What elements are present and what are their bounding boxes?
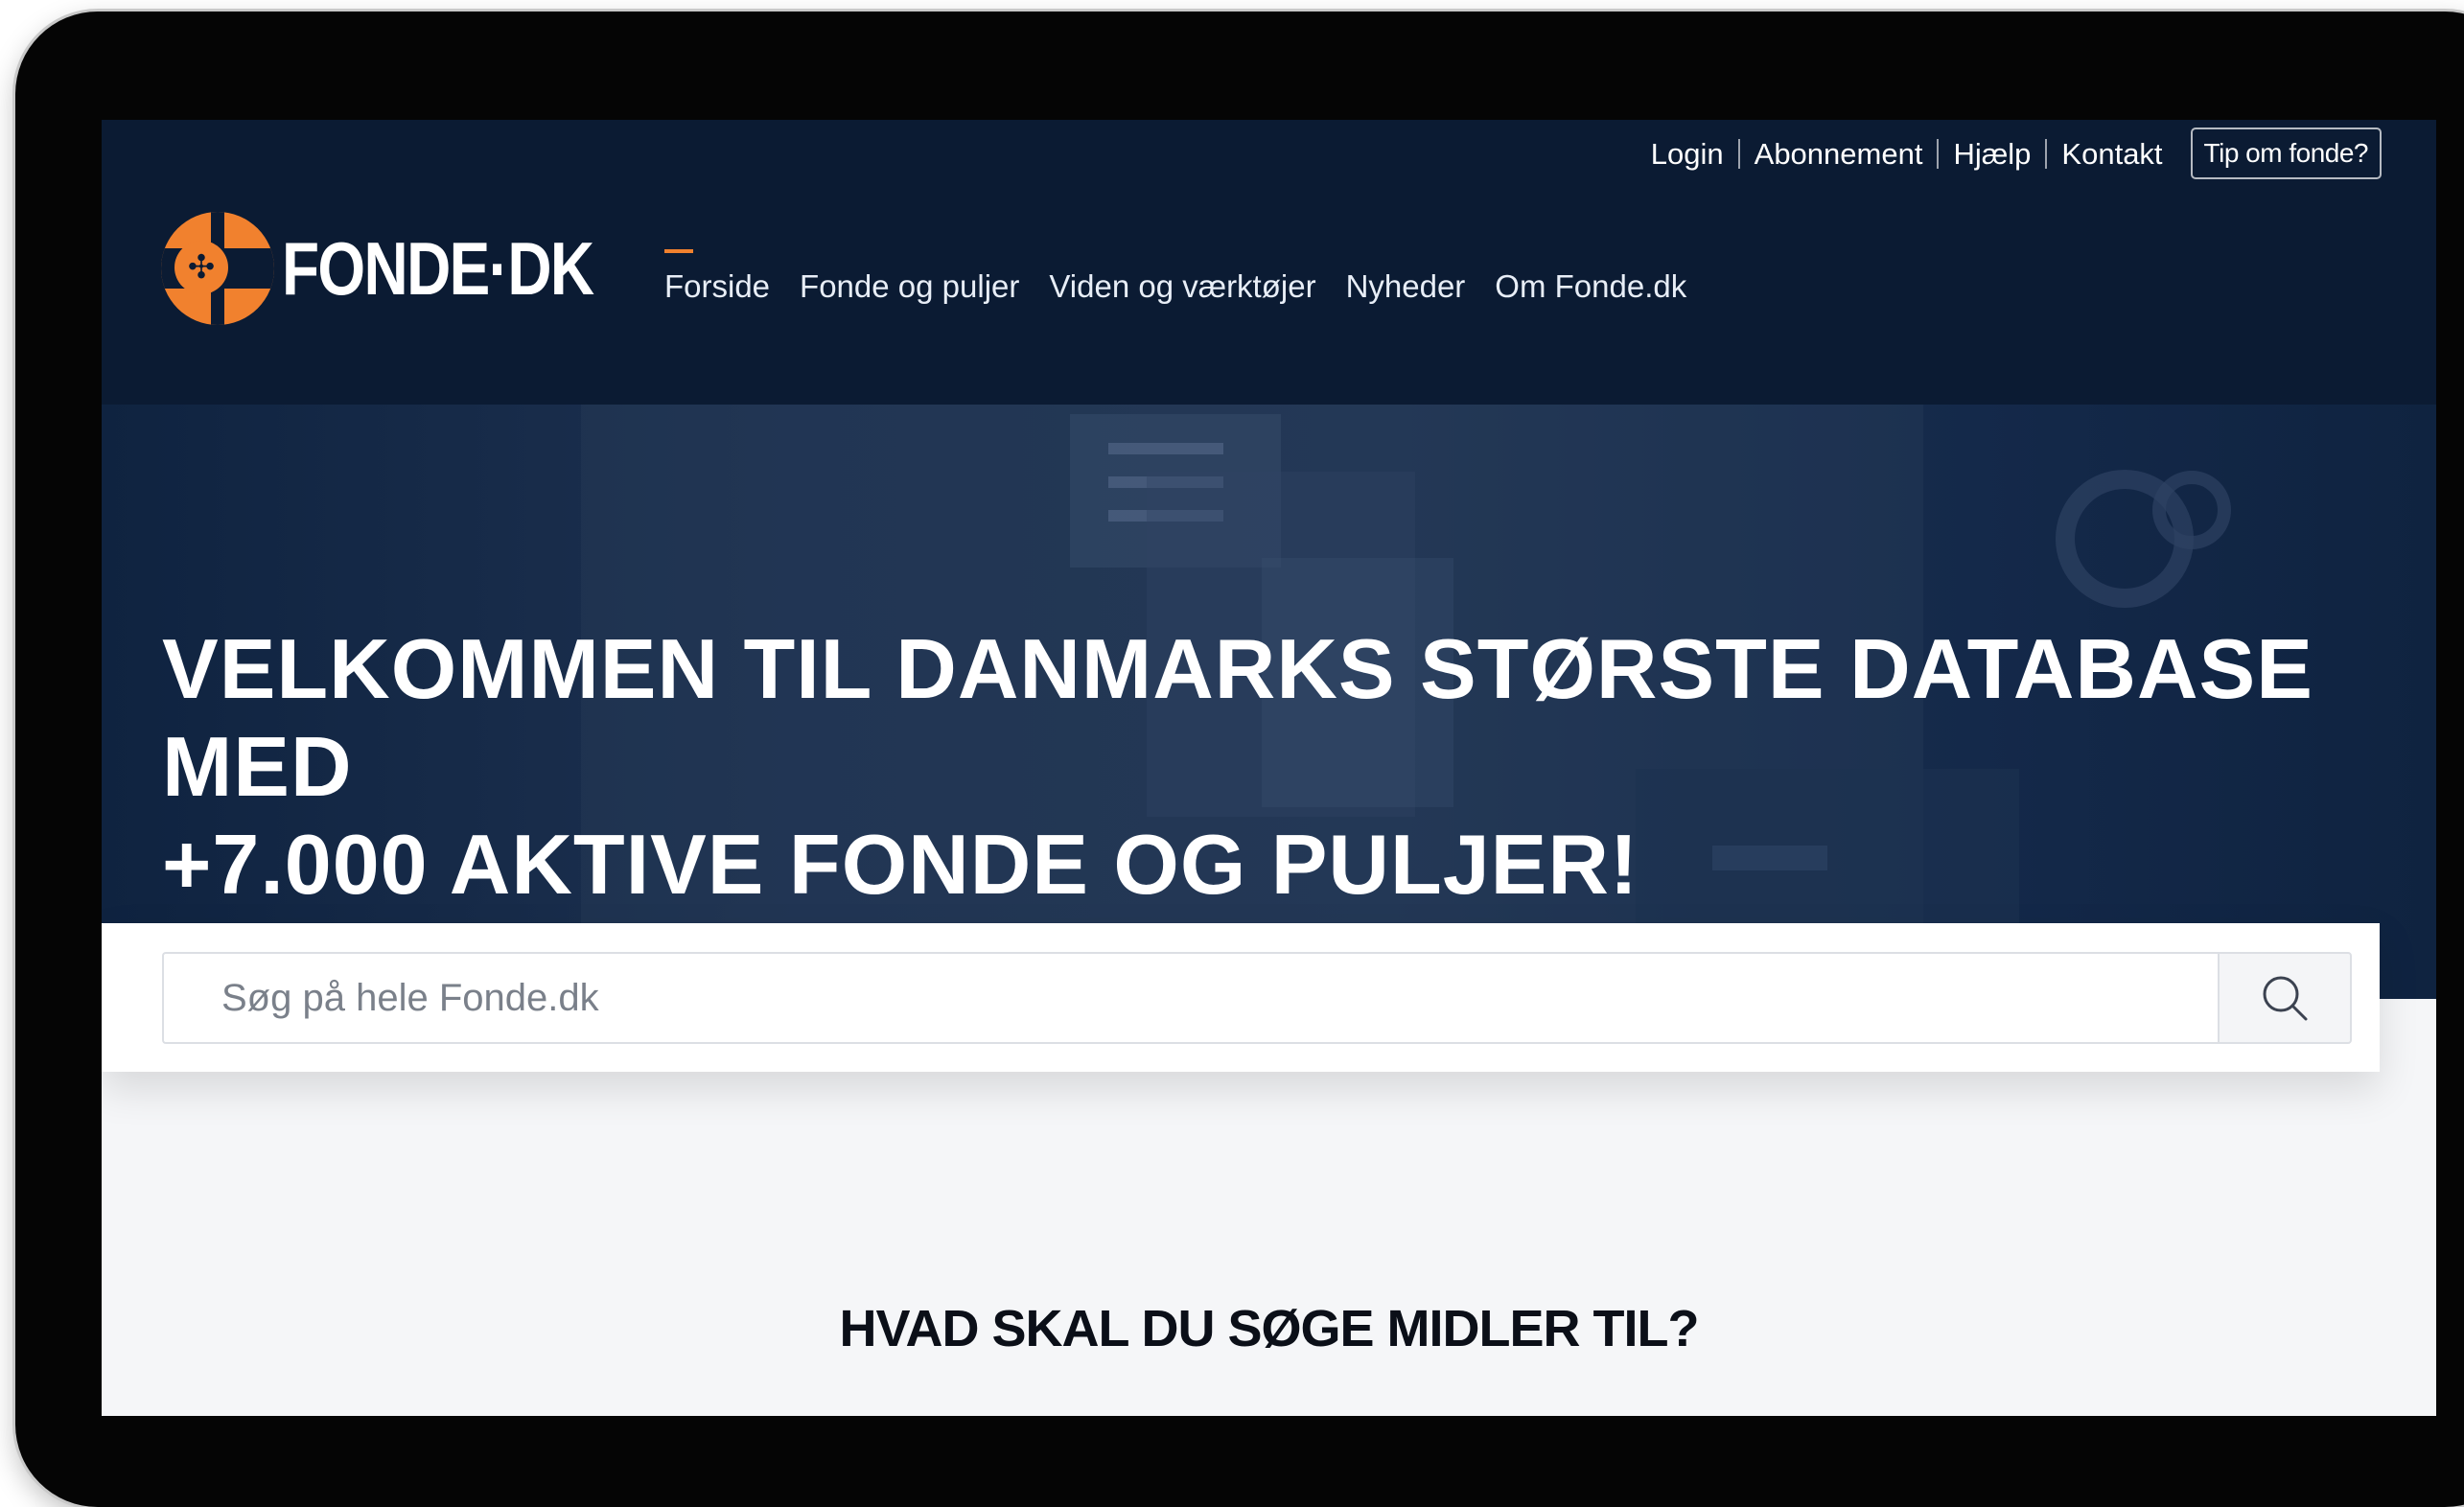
search-icon — [2263, 976, 2308, 1021]
logo-mark-icon: ✣ — [161, 212, 274, 325]
search-panel — [102, 923, 2380, 1072]
logo-wordmark: FONDE·DK — [282, 226, 594, 311]
nav-item-om-fonde[interactable]: Om Fonde.dk — [1495, 268, 1686, 305]
search-button[interactable] — [2218, 952, 2352, 1044]
nav-item-forside[interactable]: Forside — [664, 249, 770, 305]
contact-link[interactable]: Kontakt — [2045, 138, 2176, 169]
hero-title-line-1: VELKOMMEN TIL DANMARKS STØRSTE DATABASE … — [162, 621, 2313, 814]
hero-banner: VELKOMMEN TIL DANMARKS STØRSTE DATABASE … — [102, 405, 2436, 999]
help-link[interactable]: Hjælp — [1937, 138, 2045, 169]
utility-nav: Login Abonnement Hjælp Kontakt Tip om fo… — [1637, 128, 2382, 179]
nav-item-nyheder[interactable]: Nyheder — [1346, 268, 1466, 305]
nav-item-fonde-og-puljer[interactable]: Fonde og puljer — [800, 268, 1019, 305]
site-header: Login Abonnement Hjælp Kontakt Tip om fo… — [102, 120, 2436, 405]
main-nav: Forside Fonde og puljer Viden og værktøj… — [664, 249, 1716, 305]
device-frame: Login Abonnement Hjælp Kontakt Tip om fo… — [15, 12, 2464, 1507]
section-title: HVAD SKAL DU SØGE MIDLER TIL? — [839, 1300, 1699, 1357]
hero-title: VELKOMMEN TIL DANMARKS STØRSTE DATABASE … — [162, 620, 2367, 914]
search-input[interactable] — [162, 952, 2218, 1044]
tip-button[interactable]: Tip om fonde? — [2190, 128, 2382, 179]
browser-screen: Login Abonnement Hjælp Kontakt Tip om fo… — [102, 120, 2436, 1416]
subscription-link[interactable]: Abonnement — [1737, 138, 1938, 169]
login-link[interactable]: Login — [1637, 139, 1738, 169]
nav-item-viden-og-vaerktoejer[interactable]: Viden og værktøjer — [1049, 268, 1315, 305]
site-logo[interactable]: ✣ FONDE·DK — [161, 211, 662, 326]
hero-title-line-2: +7.000 AKTIVE FONDE OG PULJER! — [162, 817, 1639, 912]
